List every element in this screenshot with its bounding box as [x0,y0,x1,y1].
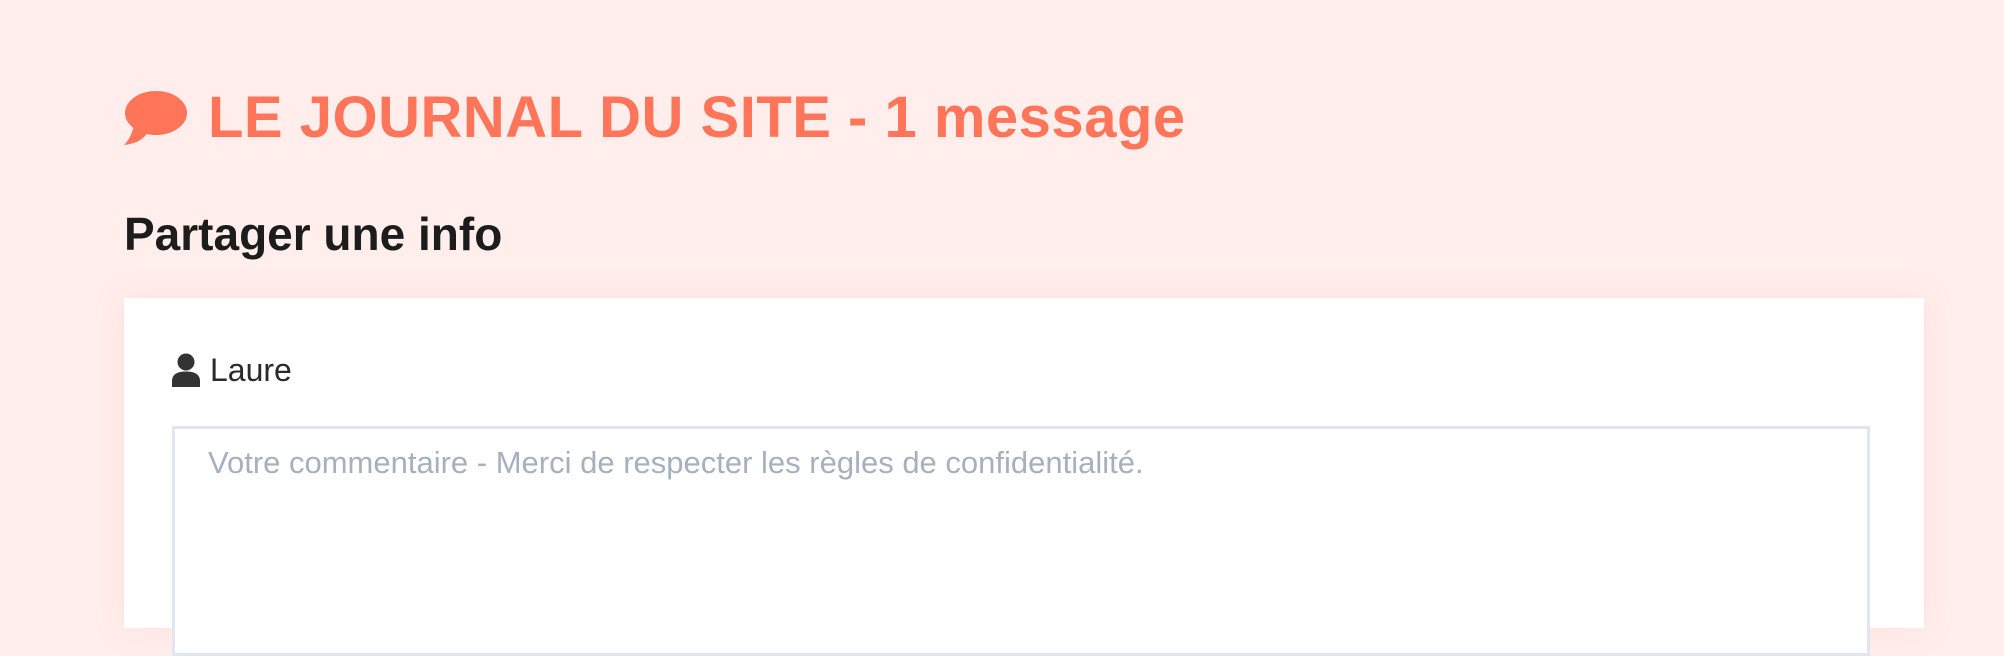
chat-bubble-icon [122,87,188,149]
user-icon [172,353,200,387]
comment-input[interactable] [172,426,1870,656]
author: Laure [172,350,292,390]
share-card: Laure [124,298,1924,656]
share-heading: Partager une info [124,208,503,260]
author-name: Laure [210,352,292,388]
journal-title: LE JOURNAL DU SITE - 1 message [122,82,1186,154]
journal-title-text: LE JOURNAL DU SITE - 1 message [208,85,1186,150]
